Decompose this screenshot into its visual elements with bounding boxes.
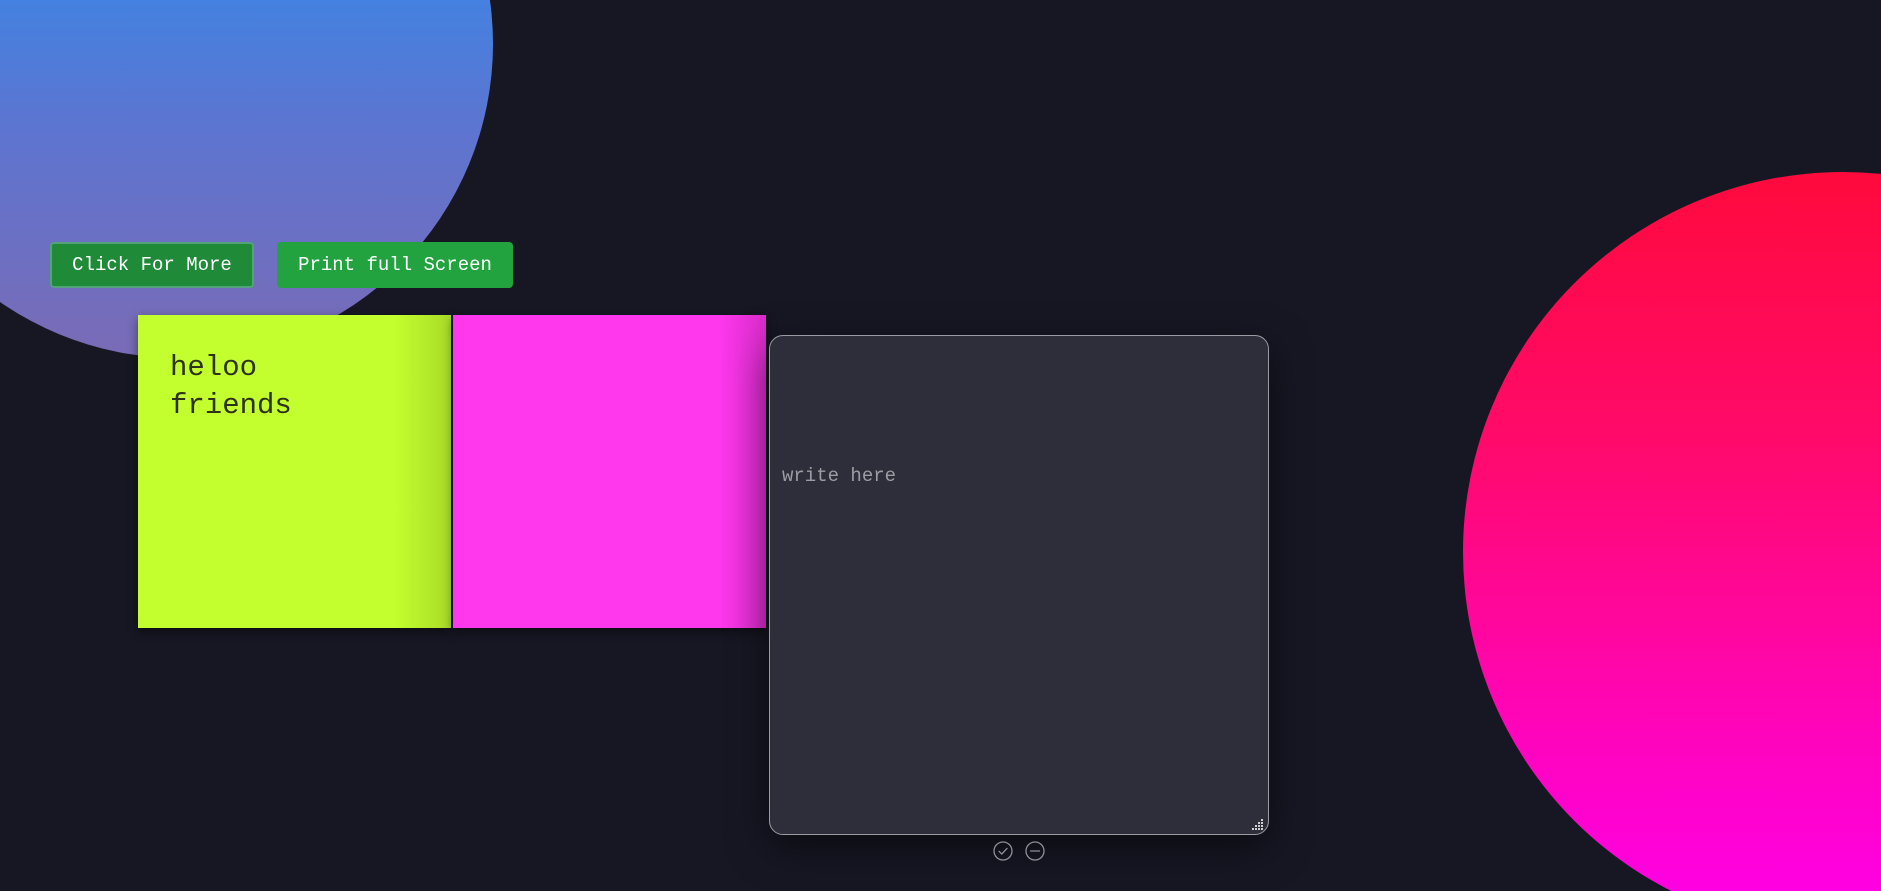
sticky-note-green[interactable]: heloo friends [138,315,451,628]
check-circle-icon[interactable] [993,841,1013,861]
note-editor-textarea[interactable]: write here [769,335,1269,835]
print-full-screen-button[interactable]: Print full Screen [277,242,513,288]
editor-placeholder: write here [782,465,897,487]
click-for-more-button[interactable]: Click For More [50,242,254,288]
background-blob-blue [0,0,493,358]
note-text-line: heloo [170,351,258,384]
sticky-note-pink[interactable] [453,315,766,628]
app-canvas: Click For More Print full Screen heloo f… [0,0,1881,891]
resize-grip-icon[interactable] [1252,818,1264,830]
note-text-line: friends [170,389,292,422]
minus-circle-icon[interactable] [1025,841,1045,861]
background-blob-pink [1463,172,1881,891]
